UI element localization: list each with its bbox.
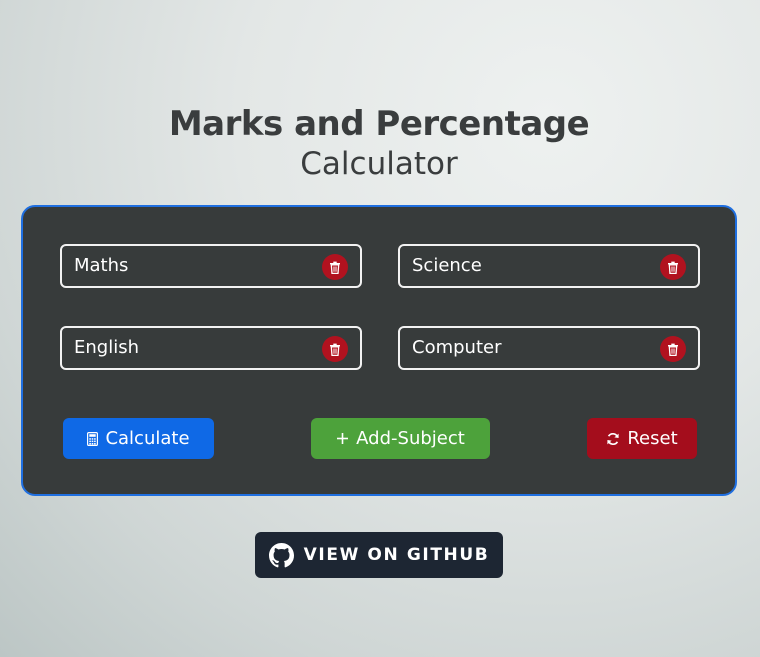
page-title-line1: Marks and Percentage [168, 104, 590, 144]
subject-name[interactable]: Science [412, 255, 482, 277]
subject-name[interactable]: English [74, 337, 139, 359]
subject-name[interactable]: Maths [74, 255, 128, 277]
reset-button-label: Reset [627, 428, 678, 449]
subject-field-maths[interactable]: Maths [60, 244, 362, 288]
calculate-button[interactable]: Calculate [63, 418, 214, 459]
subject-field-computer[interactable]: Computer [398, 326, 700, 370]
delete-subject-button[interactable] [322, 254, 348, 280]
trash-icon [668, 261, 678, 274]
calculator-card: Maths Science English Computer Calculate… [21, 205, 737, 496]
plus-icon [337, 433, 349, 444]
add-subject-button[interactable]: Add-Subject [311, 418, 490, 459]
trash-icon [668, 343, 678, 356]
add-subject-button-label: Add-Subject [356, 428, 465, 449]
trash-icon [330, 343, 340, 356]
page-title-line2: Calculator [300, 146, 458, 182]
github-icon [268, 542, 294, 567]
refresh-icon [607, 432, 619, 445]
view-on-github-button[interactable]: VIEW ON GITHUB [255, 532, 503, 578]
reset-button[interactable]: Reset [587, 418, 697, 459]
calculate-button-label: Calculate [105, 428, 190, 449]
trash-icon [330, 261, 340, 274]
subject-field-science[interactable]: Science [398, 244, 700, 288]
delete-subject-button[interactable] [322, 336, 348, 362]
delete-subject-button[interactable] [660, 336, 686, 362]
subject-field-english[interactable]: English [60, 326, 362, 370]
page-title: Marks and Percentage Calculator [0, 103, 758, 183]
delete-subject-button[interactable] [660, 254, 686, 280]
github-button-label: VIEW ON GITHUB [303, 545, 490, 565]
calculator-icon [87, 431, 99, 446]
subject-name[interactable]: Computer [412, 337, 501, 359]
